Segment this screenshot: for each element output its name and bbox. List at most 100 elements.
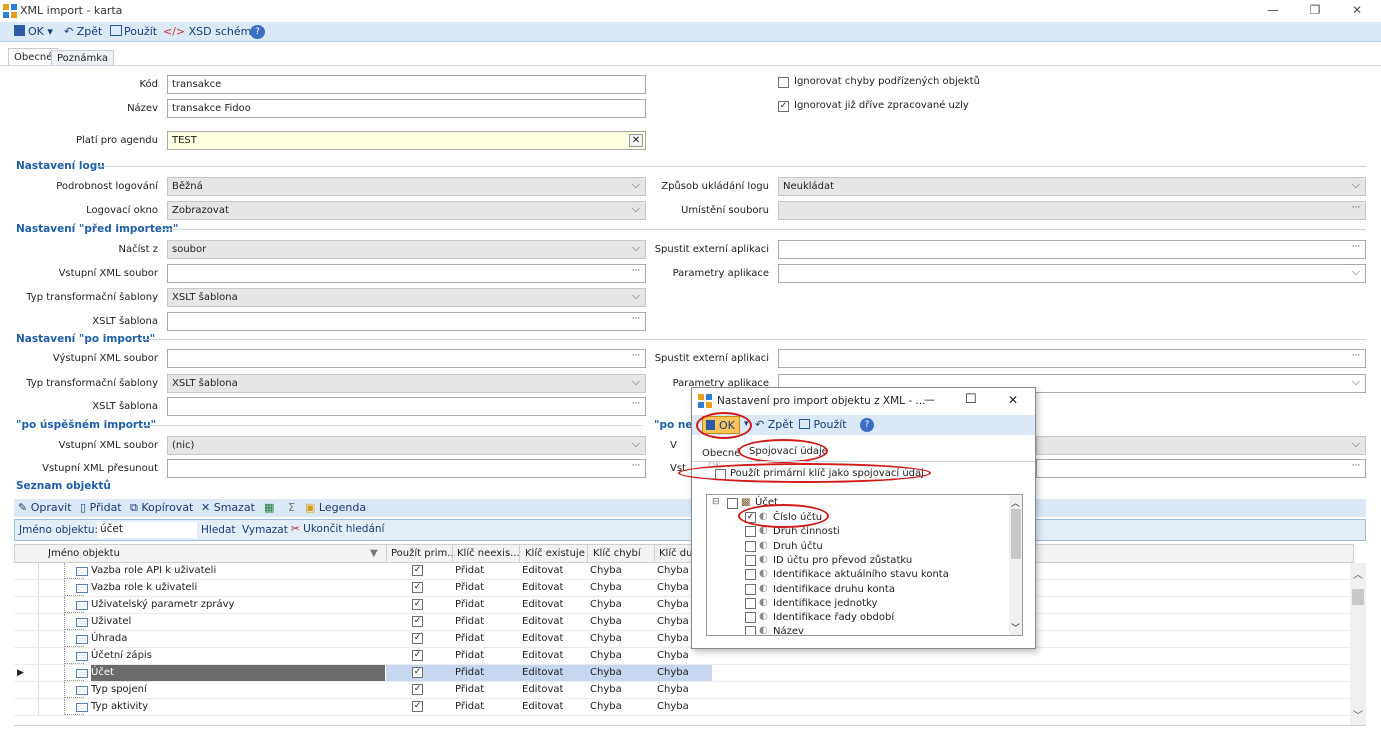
after-xslt-input[interactable]: ··· — [167, 397, 646, 416]
tree-scrollbar[interactable]: ︿ ﹀ — [1009, 495, 1022, 635]
after-ext-app-input[interactable]: ··· — [778, 349, 1366, 368]
tree-item-checkbox[interactable] — [745, 626, 756, 635]
col-key-missing[interactable]: Klíč chybí — [593, 548, 653, 559]
input-xml-input[interactable]: ··· — [167, 264, 646, 283]
table-row[interactable]: Vazba role k uživateli ✓ Přidat Editovat Chy… — [14, 580, 1354, 597]
ignore-errors-checkbox[interactable] — [778, 77, 789, 88]
app-params-select[interactable] — [778, 264, 1366, 283]
close-button[interactable]: ✕ — [1347, 3, 1367, 17]
search-input[interactable]: účet — [97, 522, 197, 538]
ignore-processed-checkbox[interactable]: ✓ — [778, 101, 789, 112]
legend-button[interactable]: ▣ Legenda — [305, 501, 366, 514]
tree-item[interactable]: ◐ Identifikace aktuálního stavu konta — [743, 568, 1003, 582]
maximize-button[interactable]: ❐ — [1305, 3, 1325, 17]
dialog-maximize-button[interactable]: ☐ — [965, 392, 977, 407]
edit-button[interactable]: ✎ Opravit — [18, 501, 72, 514]
tree-item-checkbox[interactable] — [745, 612, 756, 624]
apply-button[interactable]: Použít — [110, 25, 157, 38]
tree-item[interactable]: ◐ Identifikace jednotky — [743, 597, 1003, 611]
tree-scroll-up-icon[interactable]: ︿ — [1011, 496, 1020, 509]
row-use-primary-checkbox[interactable]: ✓ — [412, 599, 423, 610]
success-input-xml-select[interactable]: (nic) — [167, 436, 646, 455]
scroll-thumb[interactable] — [1352, 589, 1364, 605]
scroll-down-icon[interactable]: ﹀ — [1353, 707, 1363, 722]
col-key-exists[interactable]: Klíč existuje — [525, 548, 589, 559]
browse-icon[interactable]: ··· — [629, 462, 643, 475]
end-search-button[interactable]: ✂ Ukončit hledání — [291, 523, 384, 535]
code-input[interactable]: transakce — [167, 75, 646, 94]
browse-icon[interactable]: ··· — [1349, 243, 1363, 256]
clear-button[interactable]: Vymazat — [242, 524, 288, 536]
browse-icon[interactable]: ··· — [1349, 462, 1363, 475]
browse-icon[interactable]: ··· — [1349, 204, 1363, 217]
table-row[interactable]: Typ spojení ✓ Přidat Editovat Chyba Chyba — [14, 682, 1354, 699]
tab-note[interactable]: Poznámka — [51, 50, 114, 66]
tree-item-checkbox[interactable] — [745, 554, 756, 566]
dialog-tab-general[interactable]: Obecné — [702, 448, 740, 459]
browse-icon[interactable]: ··· — [1349, 352, 1363, 365]
dialog-ok-dropdown-icon[interactable]: ▾ — [744, 419, 749, 429]
tree-item[interactable]: ◐ Druh účtu — [743, 540, 1003, 554]
back-button[interactable]: ↶ Zpět — [64, 25, 102, 38]
table-row[interactable]: Uživatel ✓ Přidat Editovat Chyba Chyba — [14, 614, 1354, 631]
log-window-select[interactable]: Zobrazovat — [167, 201, 646, 220]
col-key-not-exists[interactable]: Klíč neexis... — [457, 548, 519, 559]
table-row[interactable]: Uživatelský parametr zprávy ✓ Přidat Editov… — [14, 597, 1354, 614]
tree-item-checkbox[interactable] — [745, 569, 756, 581]
load-from-select[interactable]: soubor — [167, 240, 646, 259]
tree-item[interactable]: ◐ Identifikace druhu konta — [743, 583, 1003, 597]
minimize-button[interactable]: — — [1263, 3, 1283, 17]
output-xml-input[interactable]: ··· — [167, 349, 646, 368]
ok-button[interactable]: OK ▾ — [14, 25, 53, 38]
row-use-primary-checkbox[interactable]: ✓ — [412, 667, 423, 678]
log-detail-select[interactable]: Běžná — [167, 177, 646, 196]
tree-item[interactable]: ◐ Název — [743, 625, 1003, 635]
xslt-input[interactable]: ··· — [167, 312, 646, 331]
row-use-primary-checkbox[interactable]: ✓ — [412, 701, 423, 712]
tree-item[interactable]: ◐ ID účtu pro převod zůstatku — [743, 554, 1003, 568]
delete-button[interactable]: ✕ Smazat — [201, 501, 255, 514]
collapse-icon[interactable]: ⊟ — [712, 497, 720, 507]
after-transform-select[interactable]: XSLT šablona — [167, 374, 646, 393]
row-use-primary-checkbox[interactable]: ✓ — [412, 633, 423, 644]
tree-item[interactable]: ◐ Identifikace řady období — [743, 611, 1003, 625]
col-name[interactable]: Jméno objektu — [48, 548, 348, 559]
help-icon[interactable]: ? — [250, 25, 265, 39]
add-button[interactable]: ▯ Přidat — [80, 501, 122, 514]
move-xml-input[interactable]: ··· — [167, 459, 646, 478]
table-row[interactable]: Vazba role API k uživateli ✓ Přidat Editova… — [14, 563, 1354, 580]
name-input[interactable]: transakce Fidoo — [167, 99, 646, 118]
tree-root-checkbox[interactable] — [727, 498, 738, 509]
row-use-primary-checkbox[interactable]: ✓ — [412, 616, 423, 627]
col-use-primary[interactable]: Použít prim... — [391, 548, 455, 559]
tree-item-checkbox[interactable] — [745, 526, 756, 538]
scroll-up-icon[interactable]: ︿ — [1353, 566, 1363, 581]
browse-icon[interactable]: ··· — [629, 400, 643, 413]
copy-button[interactable]: ⧉ Kopírovat — [130, 501, 193, 515]
xsd-schema-button[interactable]: </> XSD schéma — [163, 25, 258, 38]
ext-app-input[interactable]: ··· — [778, 240, 1366, 259]
dialog-help-icon[interactable]: ? — [860, 418, 874, 432]
find-button[interactable]: Hledat — [201, 524, 236, 536]
row-use-primary-checkbox[interactable]: ✓ — [412, 650, 423, 661]
table-row[interactable]: Úhrada ✓ Přidat Editovat Chyba Chyba — [14, 631, 1354, 648]
browse-icon[interactable]: ··· — [629, 315, 643, 328]
tree-item-checkbox[interactable] — [745, 597, 756, 609]
row-use-primary-checkbox[interactable]: ✓ — [412, 582, 423, 593]
agenda-input[interactable]: TEST ✕ — [167, 131, 646, 150]
dialog-apply-button[interactable]: Použít — [799, 418, 847, 431]
log-save-select[interactable]: Neukládat — [778, 177, 1366, 196]
row-use-primary-checkbox[interactable]: ✓ — [412, 565, 423, 576]
table-row[interactable]: Typ aktivity ✓ Přidat Editovat Chyba Chyba — [14, 699, 1354, 716]
table-row[interactable]: ▶ Účet ✓ Přidat Editovat Chyba Chyba — [14, 665, 1354, 682]
tree-scroll-down-icon[interactable]: ﹀ — [1011, 621, 1020, 634]
fail-input[interactable]: ··· — [1036, 459, 1366, 478]
tree-item-checkbox[interactable] — [745, 583, 756, 595]
tree-item-checkbox[interactable] — [745, 540, 756, 552]
log-location-input[interactable]: ··· — [778, 201, 1366, 220]
transform-type-select[interactable]: XSLT šablona — [167, 288, 646, 307]
dialog-back-button[interactable]: ↶ Zpět — [755, 418, 793, 431]
dialog-minimize-button[interactable]: — — [924, 393, 935, 406]
excel-icon[interactable]: ▦ — [264, 501, 274, 514]
clear-agenda-button[interactable]: ✕ — [629, 134, 643, 147]
